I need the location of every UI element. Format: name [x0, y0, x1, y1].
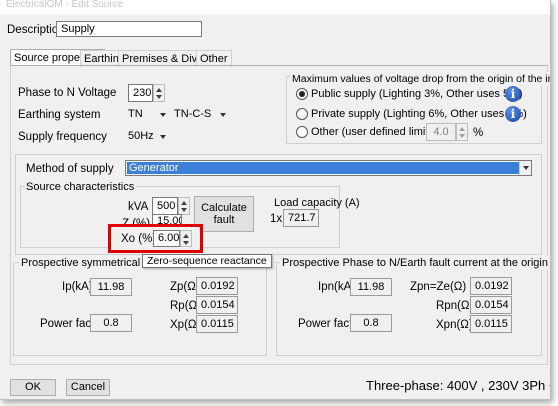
xo-percent-stepper[interactable]: [180, 230, 192, 247]
supply-frequency-value: 50Hz: [128, 130, 154, 142]
power-factor-value: 0.8: [90, 314, 132, 332]
status-text: Three-phase: 400V , 230V 3Ph + N: [366, 378, 551, 393]
private-supply-radio[interactable]: [296, 108, 308, 120]
supply-frequency-label: Supply frequency: [18, 131, 107, 143]
earthing-subtype-select[interactable]: TN-C-S: [172, 106, 226, 124]
xp-value: 0.0115: [196, 315, 238, 333]
zpn-label: Zpn=Ze(Ω): [410, 281, 467, 293]
phase-to-n-voltage-input[interactable]: 230: [128, 84, 153, 102]
method-of-supply-value: Generator: [127, 162, 519, 174]
earth-fault-title: Prospective Phase to N/Earth fault curre…: [280, 256, 550, 270]
other-limit-radio[interactable]: [296, 126, 308, 138]
other-limit-label: Other (user defined limit): [311, 126, 433, 138]
voltage-drop-title: Maximum values of voltage drop from the …: [290, 72, 550, 86]
ipn-value: 11.98: [350, 278, 392, 296]
rp-value: 0.0154: [196, 296, 238, 314]
info-icon[interactable]: i: [505, 86, 521, 102]
load-capacity-prefix: 1x: [270, 213, 283, 225]
xo-percent-input[interactable]: 6.00: [153, 230, 180, 247]
supply-frequency-select[interactable]: 50Hz: [126, 128, 166, 146]
xo-percent-label: Xo (%): [121, 233, 157, 245]
calculate-fault-button[interactable]: Calculate fault: [194, 196, 254, 232]
voltage-limit-stepper[interactable]: [456, 123, 468, 141]
load-capacity-label: Load capacity (A): [274, 197, 360, 209]
earth-power-factor-value: 0.8: [350, 314, 392, 332]
earthing-subtype-value: TN-C-S: [174, 108, 212, 120]
rpn-label: Rpn(Ω): [436, 300, 474, 312]
load-capacity-value: 721.7: [283, 209, 319, 227]
ok-button[interactable]: OK: [10, 379, 56, 396]
edit-source-dialog: ElectricalOM - Edit Source Description S…: [0, 0, 551, 400]
xpn-value: 0.0115: [470, 315, 512, 333]
source-characteristics-title: Source characteristics: [24, 180, 137, 194]
method-dropdown-button[interactable]: [519, 161, 531, 175]
zpn-value: 0.0192: [470, 277, 512, 295]
chevron-down-icon: [523, 166, 529, 170]
voltage-limit-input[interactable]: 4.0: [426, 123, 456, 141]
kva-input[interactable]: 500: [152, 197, 178, 215]
window-title: ElectricalOM - Edit Source: [0, 0, 550, 14]
private-supply-label: Private supply (Lighting 6%, Other uses …: [311, 108, 527, 120]
voltage-limit-unit: %: [473, 127, 484, 139]
earthing-system-value: TN: [128, 108, 143, 120]
public-supply-label: Public supply (Lighting 3%, Other uses 5…: [311, 88, 523, 100]
chevron-down-icon: [220, 113, 226, 117]
method-of-supply-select[interactable]: Generator: [125, 160, 532, 176]
phase-to-n-voltage-label: Phase to N Voltage: [18, 87, 117, 99]
xo-tooltip: Zero-sequence reactance: [142, 254, 272, 268]
earthing-system-label: Earthing system: [18, 109, 101, 121]
ip-label: Ip(kA): [62, 281, 93, 293]
kva-stepper[interactable]: [178, 197, 190, 215]
public-supply-radio[interactable]: [296, 88, 308, 100]
rpn-value: 0.0154: [470, 296, 512, 314]
method-of-supply-label: Method of supply: [26, 163, 114, 175]
ip-value: 11.98: [90, 278, 132, 296]
chevron-down-icon: [160, 113, 166, 117]
zp-value: 0.0192: [196, 277, 238, 295]
chevron-down-icon: [160, 135, 166, 139]
phase-voltage-stepper[interactable]: [153, 84, 165, 102]
kva-label: kVA: [128, 201, 149, 213]
info-icon[interactable]: i: [505, 106, 521, 122]
earthing-system-select[interactable]: TN: [126, 106, 166, 124]
xpn-label: Xpn(Ω): [436, 319, 473, 331]
cancel-button[interactable]: Cancel: [66, 379, 110, 396]
description-input[interactable]: Supply: [56, 21, 202, 37]
